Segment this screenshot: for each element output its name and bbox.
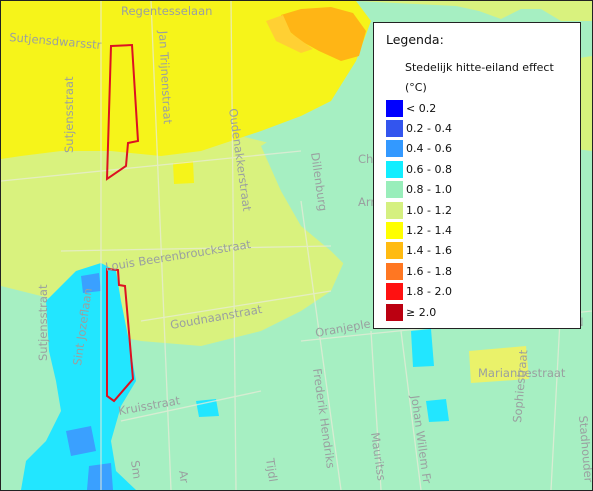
legend-swatch xyxy=(386,222,403,240)
legend-item: 0.4 - 0.6 xyxy=(386,139,452,159)
zone-blue-spot-2 xyxy=(87,463,113,490)
legend-swatch xyxy=(386,262,403,280)
zone-yellow-small xyxy=(173,161,194,184)
legend-item: 0.2 - 0.4 xyxy=(386,118,452,138)
legend-item-label: 0.8 - 1.0 xyxy=(406,183,452,197)
legend-item-label: < 0.2 xyxy=(406,101,437,115)
legend-items: < 0.2 0.2 - 0.4 0.4 - 0.6 0.6 - 0.8 0.8 - 1.… xyxy=(386,98,452,322)
legend-item-label: 0.6 - 0.8 xyxy=(406,162,452,176)
legend-swatch xyxy=(386,283,403,301)
legend-item: 0.6 - 0.8 xyxy=(386,159,452,179)
map-frame: Regentesselaan Sutjensdwarsstr Sutjensstra… xyxy=(0,0,593,491)
zone-blue-spot-1 xyxy=(66,426,96,456)
legend-item: 1.2 - 1.4 xyxy=(386,220,452,240)
zone-cyan-small-3 xyxy=(426,399,449,422)
zone-cyan-small-2 xyxy=(411,329,434,367)
legend-item: 0.8 - 1.0 xyxy=(386,180,452,200)
legend-item: 1.8 - 2.0 xyxy=(386,282,452,302)
legend-item: ≥ 2.0 xyxy=(386,302,452,322)
legend-swatch xyxy=(386,160,403,178)
legend-subtitle: Stedelijk hitte-eiland effect xyxy=(405,61,554,74)
legend-swatch xyxy=(386,181,403,199)
legend-unit: (°C) xyxy=(405,81,427,94)
legend-item: 1.6 - 1.8 xyxy=(386,261,452,281)
legend-panel: Legenda: Stedelijk hitte-eiland effect (… xyxy=(373,22,581,329)
legend-swatch xyxy=(386,99,403,117)
street-label-ar-south: Ar xyxy=(176,469,192,484)
legend-item: 1.4 - 1.6 xyxy=(386,241,452,261)
street-label-sutjensstraat-south: Sutjensstraat xyxy=(36,284,50,361)
legend-swatch xyxy=(386,201,403,219)
street-label-ch-east: Ch xyxy=(358,152,373,166)
legend-item-label: 0.4 - 0.6 xyxy=(406,142,452,156)
legend-swatch xyxy=(386,242,403,260)
legend-item-label: ≥ 2.0 xyxy=(406,305,437,319)
legend-item: < 0.2 xyxy=(386,98,452,118)
legend-item-label: 1.0 - 1.2 xyxy=(406,203,452,217)
legend-item: 1.0 - 1.2 xyxy=(386,200,452,220)
zone-cyan-small-1 xyxy=(196,399,219,417)
legend-item-label: 0.2 - 0.4 xyxy=(406,122,452,136)
legend-swatch xyxy=(386,120,403,138)
street-label-sutjensstraat-north: Sutjensstraat xyxy=(62,76,76,153)
legend-item-label: 1.6 - 1.8 xyxy=(406,264,452,278)
legend-title: Legenda: xyxy=(386,32,444,47)
legend-item-label: 1.8 - 2.0 xyxy=(406,285,452,299)
legend-item-label: 1.4 - 1.6 xyxy=(406,244,452,258)
legend-swatch xyxy=(386,140,403,158)
legend-item-label: 1.2 - 1.4 xyxy=(406,224,452,238)
legend-swatch xyxy=(386,303,403,321)
street-label-sm-south: Sm xyxy=(128,459,144,479)
street-label-regentesselaan: Regentesselaan xyxy=(121,4,212,18)
